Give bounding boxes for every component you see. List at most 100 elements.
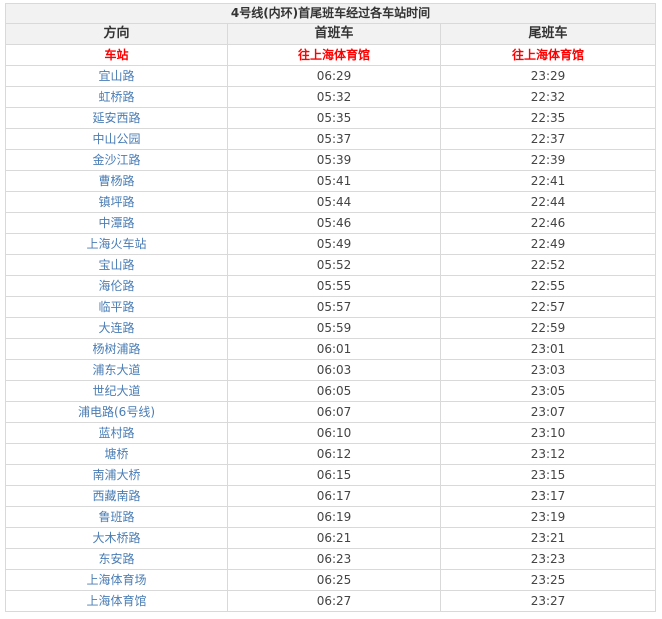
station-name-cell[interactable]: 西藏南路 — [5, 485, 228, 507]
first-train-time-cell: 06:15 — [227, 464, 441, 486]
station-name-cell[interactable]: 虹桥路 — [5, 86, 228, 108]
header-first-train: 首班车 — [227, 23, 441, 45]
table-row: 宝山路 05:52 22:52 — [5, 254, 657, 276]
first-train-time-cell: 06:07 — [227, 401, 441, 423]
station-name-cell[interactable]: 浦东大道 — [5, 359, 228, 381]
subheader-station: 车站 — [5, 44, 228, 66]
table-title-row: 4号线(内环)首尾班车经过各车站时间 — [4, 3, 657, 24]
first-train-time-cell: 05:59 — [227, 317, 441, 339]
station-name-cell[interactable]: 金沙江路 — [5, 149, 228, 171]
last-train-time-cell: 22:46 — [439, 212, 657, 234]
last-train-time-cell: 22:57 — [439, 296, 657, 318]
first-train-time-cell: 05:55 — [227, 275, 441, 297]
table-row: 南浦大桥 06:15 23:15 — [5, 464, 657, 486]
last-train-time-cell: 23:25 — [439, 569, 657, 591]
first-train-time-cell: 05:49 — [227, 233, 441, 255]
station-name-cell[interactable]: 塘桥 — [5, 443, 228, 465]
last-train-time-cell: 23:12 — [439, 443, 657, 465]
station-name-cell[interactable]: 鲁班路 — [5, 506, 228, 528]
station-name-cell[interactable]: 南浦大桥 — [5, 464, 228, 486]
table-row: 上海体育场 06:25 23:25 — [5, 569, 657, 591]
last-train-time-cell: 23:07 — [439, 401, 657, 423]
station-name-cell[interactable]: 世纪大道 — [5, 380, 228, 402]
table-row: 临平路 05:57 22:57 — [5, 296, 657, 318]
table-title: 4号线(内环)首尾班车经过各车站时间 — [4, 3, 657, 24]
last-train-time-cell: 22:32 — [439, 86, 657, 108]
table-row: 浦东大道 06:03 23:03 — [5, 359, 657, 381]
first-train-time-cell: 05:39 — [227, 149, 441, 171]
subheader-first-direction: 往上海体育馆 — [227, 44, 441, 66]
station-name-cell[interactable]: 宜山路 — [5, 65, 228, 87]
station-name-cell[interactable]: 杨树浦路 — [5, 338, 228, 360]
table-row: 上海体育馆 06:27 23:27 — [5, 590, 657, 612]
last-train-time-cell: 23:27 — [439, 590, 657, 612]
table-row: 塘桥 06:12 23:12 — [5, 443, 657, 465]
first-train-time-cell: 06:23 — [227, 548, 441, 570]
first-train-time-cell: 06:03 — [227, 359, 441, 381]
last-train-time-cell: 22:59 — [439, 317, 657, 339]
last-train-time-cell: 23:10 — [439, 422, 657, 444]
last-train-time-cell: 23:03 — [439, 359, 657, 381]
last-train-time-cell: 23:23 — [439, 548, 657, 570]
first-train-time-cell: 06:01 — [227, 338, 441, 360]
first-train-time-cell: 06:25 — [227, 569, 441, 591]
header-direction: 方向 — [5, 23, 228, 45]
station-name-cell[interactable]: 东安路 — [5, 548, 228, 570]
first-train-time-cell: 05:57 — [227, 296, 441, 318]
table-row: 海伦路 05:55 22:55 — [5, 275, 657, 297]
first-train-time-cell: 05:35 — [227, 107, 441, 129]
table-row: 大木桥路 06:21 23:21 — [5, 527, 657, 549]
station-name-cell[interactable]: 蓝村路 — [5, 422, 228, 444]
station-name-cell[interactable]: 宝山路 — [5, 254, 228, 276]
station-name-cell[interactable]: 临平路 — [5, 296, 228, 318]
station-name-cell[interactable]: 中潭路 — [5, 212, 228, 234]
last-train-time-cell: 23:19 — [439, 506, 657, 528]
station-name-cell[interactable]: 镇坪路 — [5, 191, 228, 213]
last-train-time-cell: 22:39 — [439, 149, 657, 171]
station-name-cell[interactable]: 中山公园 — [5, 128, 228, 150]
table-row: 金沙江路 05:39 22:39 — [5, 149, 657, 171]
station-name-cell[interactable]: 上海体育场 — [5, 569, 228, 591]
first-train-time-cell: 06:12 — [227, 443, 441, 465]
first-train-time-cell: 06:27 — [227, 590, 441, 612]
last-train-time-cell: 23:29 — [439, 65, 657, 87]
first-train-time-cell: 05:46 — [227, 212, 441, 234]
timetable-container: 4号线(内环)首尾班车经过各车站时间 方向 首班车 尾班车 车站 往上海体育馆 … — [4, 3, 657, 612]
table-row: 蓝村路 06:10 23:10 — [5, 422, 657, 444]
station-name-cell[interactable]: 海伦路 — [5, 275, 228, 297]
table-row: 大连路 05:59 22:59 — [5, 317, 657, 339]
last-train-time-cell: 23:21 — [439, 527, 657, 549]
last-train-time-cell: 22:52 — [439, 254, 657, 276]
first-train-time-cell: 05:37 — [227, 128, 441, 150]
station-name-cell[interactable]: 延安西路 — [5, 107, 228, 129]
first-train-time-cell: 06:19 — [227, 506, 441, 528]
table-row: 浦电路(6号线) 06:07 23:07 — [5, 401, 657, 423]
station-name-cell[interactable]: 上海火车站 — [5, 233, 228, 255]
last-train-time-cell: 22:49 — [439, 233, 657, 255]
first-train-time-cell: 05:44 — [227, 191, 441, 213]
table-row: 中潭路 05:46 22:46 — [5, 212, 657, 234]
table-row: 西藏南路 06:17 23:17 — [5, 485, 657, 507]
station-name-cell[interactable]: 浦电路(6号线) — [5, 401, 228, 423]
table-header-row: 方向 首班车 尾班车 — [5, 23, 657, 45]
last-train-time-cell: 23:15 — [439, 464, 657, 486]
table-row: 镇坪路 05:44 22:44 — [5, 191, 657, 213]
table-row: 世纪大道 06:05 23:05 — [5, 380, 657, 402]
last-train-time-cell: 23:05 — [439, 380, 657, 402]
first-train-time-cell: 06:10 — [227, 422, 441, 444]
table-body: 宜山路 06:29 23:29 虹桥路 05:32 22:32 延安西路 05:35 22:35… — [5, 65, 657, 612]
last-train-time-cell: 22:37 — [439, 128, 657, 150]
first-train-time-cell: 05:41 — [227, 170, 441, 192]
station-name-cell[interactable]: 大连路 — [5, 317, 228, 339]
table-row: 杨树浦路 06:01 23:01 — [5, 338, 657, 360]
station-name-cell[interactable]: 上海体育馆 — [5, 590, 228, 612]
subheader-last-direction: 往上海体育馆 — [439, 44, 657, 66]
header-last-train: 尾班车 — [439, 23, 657, 45]
station-name-cell[interactable]: 曹杨路 — [5, 170, 228, 192]
first-last-train-table: 4号线(内环)首尾班车经过各车站时间 方向 首班车 尾班车 车站 往上海体育馆 … — [4, 3, 657, 612]
last-train-time-cell: 23:01 — [439, 338, 657, 360]
last-train-time-cell: 23:17 — [439, 485, 657, 507]
table-row: 曹杨路 05:41 22:41 — [5, 170, 657, 192]
last-train-time-cell: 22:41 — [439, 170, 657, 192]
station-name-cell[interactable]: 大木桥路 — [5, 527, 228, 549]
